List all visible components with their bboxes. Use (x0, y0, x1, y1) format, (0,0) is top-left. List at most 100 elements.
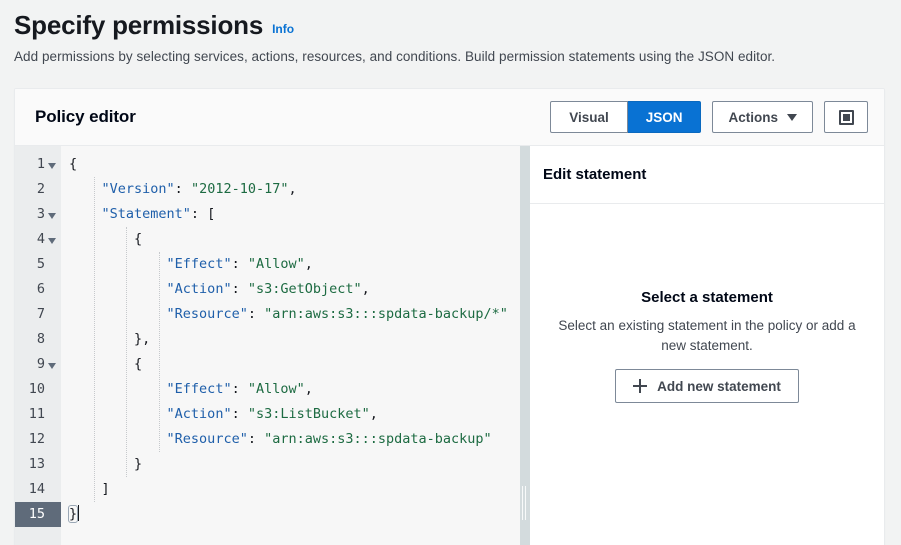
gutter-line-9[interactable]: 9 (15, 352, 61, 377)
page-title: Specify permissions (14, 10, 264, 40)
line-number: 3 (36, 205, 45, 222)
code-fold-arrow-icon[interactable] (48, 162, 56, 169)
gutter-line-8[interactable]: 8 (15, 327, 61, 352)
gutter-line-14[interactable]: 14 (15, 477, 61, 502)
splitter-grip-icon (522, 486, 528, 520)
policy-editor-body: 1 2 3 4 5 6 7 8 9 10 11 12 13 14 15 { "Version": "2012… (15, 146, 884, 545)
gutter-line-11[interactable]: 11 (15, 402, 61, 427)
code-token: "Effect" (166, 256, 232, 272)
code-token: "Allow" (247, 381, 305, 397)
code-token: "s3:ListBucket" (247, 406, 370, 422)
line-number: 5 (36, 255, 45, 272)
actions-button[interactable]: Actions (712, 101, 813, 133)
line-number: 7 (36, 305, 45, 322)
code-token: "arn:aws:s3:::spdata-backup/*" (264, 306, 508, 322)
edit-statement-empty-state: Select a statement Select an existing st… (530, 204, 884, 545)
editor-line-number-gutter[interactable]: 1 2 3 4 5 6 7 8 9 10 11 12 13 14 15 (15, 146, 61, 545)
gutter-line-13[interactable]: 13 (15, 452, 61, 477)
empty-state-description: Select an existing statement in the poli… (558, 317, 856, 353)
code-line: ] (69, 477, 520, 502)
line-number: 12 (28, 430, 45, 447)
code-line: "Resource": "arn:aws:s3:::spdata-backup" (69, 427, 520, 452)
gutter-line-4[interactable]: 4 (15, 227, 61, 252)
page-description: Add permissions by selecting services, a… (14, 49, 776, 65)
code-token: : (231, 406, 248, 422)
code-token: "Action" (166, 281, 232, 297)
line-number: 2 (36, 180, 45, 197)
editor-code-area[interactable]: { "Version": "2012-10-17", "Statement": … (61, 146, 520, 545)
policy-editor-title: Policy editor (35, 107, 136, 126)
page-title-row: Specify permissions Info (14, 10, 901, 41)
code-fold-arrow-icon[interactable] (48, 237, 56, 244)
code-token: "Action" (166, 406, 232, 422)
code-token: }, (134, 331, 151, 347)
code-token: "Resource" (166, 431, 248, 447)
code-line: "Action": "s3:ListBucket", (69, 402, 520, 427)
code-line: { (69, 352, 520, 377)
line-number: 8 (36, 330, 45, 347)
code-line: "Statement": [ (69, 202, 520, 227)
line-number: 13 (28, 455, 45, 472)
code-token: "arn:aws:s3:::spdata-backup" (264, 431, 492, 447)
code-token: } (134, 456, 143, 472)
info-link[interactable]: Info (272, 22, 294, 36)
add-new-statement-button[interactable]: Add new statement (615, 369, 799, 404)
code-token: : (231, 281, 248, 297)
line-number: 9 (36, 355, 45, 372)
gutter-line-10[interactable]: 10 (15, 377, 61, 402)
line-number: 14 (28, 480, 45, 497)
code-token: , (304, 381, 313, 397)
json-code-editor[interactable]: 1 2 3 4 5 6 7 8 9 10 11 12 13 14 15 { "Version": "2012… (15, 146, 520, 545)
gutter-line-12[interactable]: 12 (15, 427, 61, 452)
tab-visual[interactable]: Visual (550, 101, 628, 133)
code-token: , (304, 256, 313, 272)
edit-statement-panel: Edit statement Select a statement Select… (530, 146, 884, 545)
code-token: "Version" (101, 181, 175, 197)
code-token: { (134, 356, 143, 372)
line-number: 15 (28, 505, 45, 522)
gutter-line-5[interactable]: 5 (15, 252, 61, 277)
page-header: Specify permissions Info Add permissions… (0, 0, 901, 66)
code-line: "Version": "2012-10-17", (69, 177, 520, 202)
code-line: "Effect": "Allow", (69, 252, 520, 277)
chevron-down-icon (787, 113, 797, 121)
code-token: , (369, 406, 378, 422)
tab-json[interactable]: JSON (627, 101, 702, 133)
gutter-line-1[interactable]: 1 (15, 152, 61, 177)
code-fold-arrow-icon[interactable] (48, 362, 56, 369)
code-token: : (247, 306, 265, 322)
code-line: }, (69, 327, 520, 352)
code-token: , (361, 281, 370, 297)
code-token: : (231, 381, 248, 397)
code-line: } (67, 502, 520, 527)
policy-editor-card: Policy editor Visual JSON Actions 123456… (14, 88, 885, 545)
code-token: "Effect" (166, 381, 232, 397)
code-token: : (247, 431, 265, 447)
policy-editor-toolbar: Visual JSON Actions (550, 101, 868, 133)
code-token: ] (101, 481, 110, 497)
code-token: "s3:GetObject" (247, 281, 362, 297)
editor-mode-toggle[interactable]: Visual JSON (550, 101, 702, 133)
code-line: "Resource": "arn:aws:s3:::spdata-backup/… (69, 302, 520, 327)
gutter-line-3[interactable]: 3 (15, 202, 61, 227)
code-line: "Effect": "Allow", (69, 377, 520, 402)
fullscreen-button[interactable] (824, 101, 868, 133)
policy-editor-header: Policy editor Visual JSON Actions (15, 89, 884, 146)
code-line: { (69, 227, 520, 252)
code-line: "Action": "s3:GetObject", (69, 277, 520, 302)
code-token: , (288, 181, 297, 197)
editor-vertical-scrollbar-track[interactable] (511, 146, 520, 545)
line-number: 6 (36, 280, 45, 297)
code-token: : (174, 181, 191, 197)
edit-statement-header: Edit statement (530, 146, 884, 204)
code-token: { (134, 231, 143, 247)
code-token: } (67, 505, 79, 523)
plus-icon (633, 379, 648, 394)
code-fold-arrow-icon[interactable] (48, 212, 56, 219)
gutter-line-2[interactable]: 2 (15, 177, 61, 202)
gutter-line-15[interactable]: 15 (15, 502, 61, 527)
code-token: { (69, 156, 78, 172)
gutter-line-7[interactable]: 7 (15, 302, 61, 327)
gutter-line-6[interactable]: 6 (15, 277, 61, 302)
panel-splitter[interactable] (520, 146, 530, 545)
